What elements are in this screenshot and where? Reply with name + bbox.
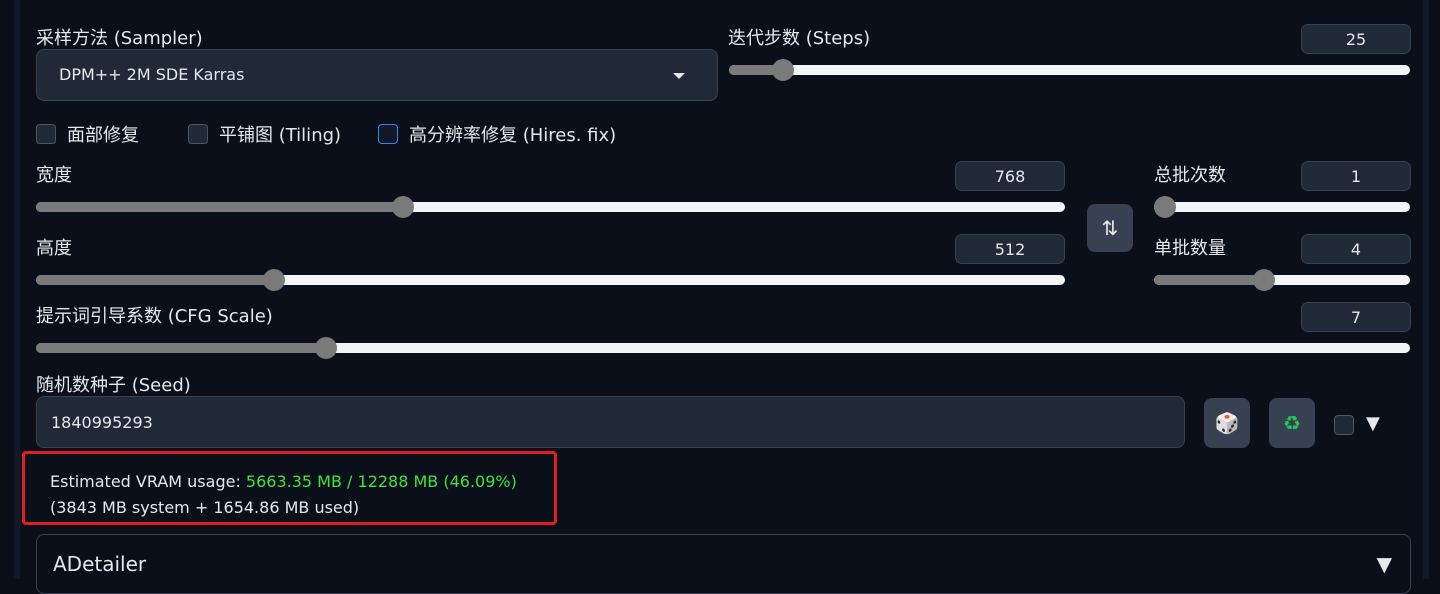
tiling-checkbox[interactable] <box>188 124 208 144</box>
width-slider-thumb[interactable] <box>392 196 415 218</box>
triangle-down-icon: ▼ <box>1376 552 1392 576</box>
width-label: 宽度 <box>36 165 72 186</box>
swap-dimensions-button[interactable]: ⇅ <box>1087 204 1133 252</box>
cfg-scale-slider-thumb[interactable] <box>314 337 337 359</box>
vram-usage-line: Estimated VRAM usage: 5663.35 MB / 12288… <box>50 472 517 491</box>
cfg-scale-number-input[interactable]: 7 <box>1301 302 1411 332</box>
height-number-input[interactable]: 512 <box>955 234 1065 264</box>
face-restore-label: 面部修复 <box>67 125 139 146</box>
random-seed-button[interactable]: 🎲 <box>1204 398 1250 448</box>
sampler-dropdown[interactable]: DPM++ 2M SDE Karras <box>36 49 718 101</box>
swap-arrows-icon: ⇅ <box>1101 216 1119 240</box>
batch-count-slider-track <box>1154 202 1410 212</box>
batch-count-slider-thumb[interactable] <box>1154 196 1176 218</box>
seed-input[interactable]: 1840995293 <box>36 396 1185 448</box>
seed-label: 随机数种子 (Seed) <box>36 375 191 396</box>
batch-size-slider-fill <box>1154 275 1265 285</box>
vram-usage-prefix: Estimated VRAM usage: <box>50 472 246 491</box>
sampler-value: DPM++ 2M SDE Karras <box>59 65 245 84</box>
reuse-seed-button[interactable]: ♻ <box>1269 398 1315 448</box>
batch-count-slider[interactable] <box>1154 196 1410 218</box>
height-slider[interactable] <box>36 269 1065 291</box>
left-panel-border <box>14 0 20 579</box>
batch-size-number-input[interactable]: 4 <box>1301 234 1411 264</box>
vram-usage-detail: (3843 MB system + 1654.86 MB used) <box>50 498 360 517</box>
cfg-scale-slider-fill <box>36 343 326 353</box>
batch-count-number-input[interactable]: 1 <box>1301 161 1411 191</box>
width-slider[interactable] <box>36 196 1065 218</box>
height-slider-fill <box>36 275 274 285</box>
recycle-icon: ♻ <box>1283 411 1301 435</box>
batch-size-slider-thumb[interactable] <box>1253 269 1276 291</box>
width-number-input[interactable]: 768 <box>955 161 1065 191</box>
extra-seed-toggle-icon[interactable]: ▼ <box>1366 413 1380 434</box>
cfg-scale-slider[interactable] <box>36 337 1410 359</box>
right-panel-border <box>1423 0 1429 579</box>
chevron-down-icon <box>673 73 685 79</box>
steps-number-input[interactable]: 25 <box>1301 24 1411 54</box>
hires-fix-label: 高分辨率修复 (Hires. fix) <box>409 125 617 146</box>
seed-value: 1840995293 <box>51 413 153 432</box>
sampler-label: 采样方法 (Sampler) <box>36 28 203 49</box>
vram-usage-value: 5663.35 MB / 12288 MB (46.09%) <box>245 472 517 491</box>
dice-icon: 🎲 <box>1214 411 1240 435</box>
height-slider-thumb[interactable] <box>262 269 285 291</box>
steps-slider-thumb[interactable] <box>772 59 795 81</box>
height-label: 高度 <box>36 238 72 259</box>
hires-fix-checkbox[interactable] <box>378 124 398 144</box>
adetailer-title: ADetailer <box>53 552 147 576</box>
steps-slider[interactable] <box>729 59 1410 81</box>
tiling-label: 平铺图 (Tiling) <box>219 125 342 146</box>
width-slider-fill <box>36 202 404 212</box>
steps-label: 迭代步数 (Steps) <box>728 28 871 49</box>
batch-size-label: 单批数量 <box>1154 238 1226 259</box>
batch-count-label: 总批次数 <box>1154 165 1226 186</box>
face-restore-checkbox[interactable] <box>36 124 56 144</box>
batch-size-slider[interactable] <box>1154 269 1410 291</box>
adetailer-accordion[interactable]: ADetailer ▼ <box>36 534 1411 594</box>
cfg-scale-label: 提示词引导系数 (CFG Scale) <box>36 306 273 327</box>
steps-slider-track <box>729 65 1410 75</box>
vram-estimate-box: Estimated VRAM usage: 5663.35 MB / 12288… <box>22 451 557 525</box>
extra-seed-checkbox[interactable] <box>1334 415 1354 435</box>
